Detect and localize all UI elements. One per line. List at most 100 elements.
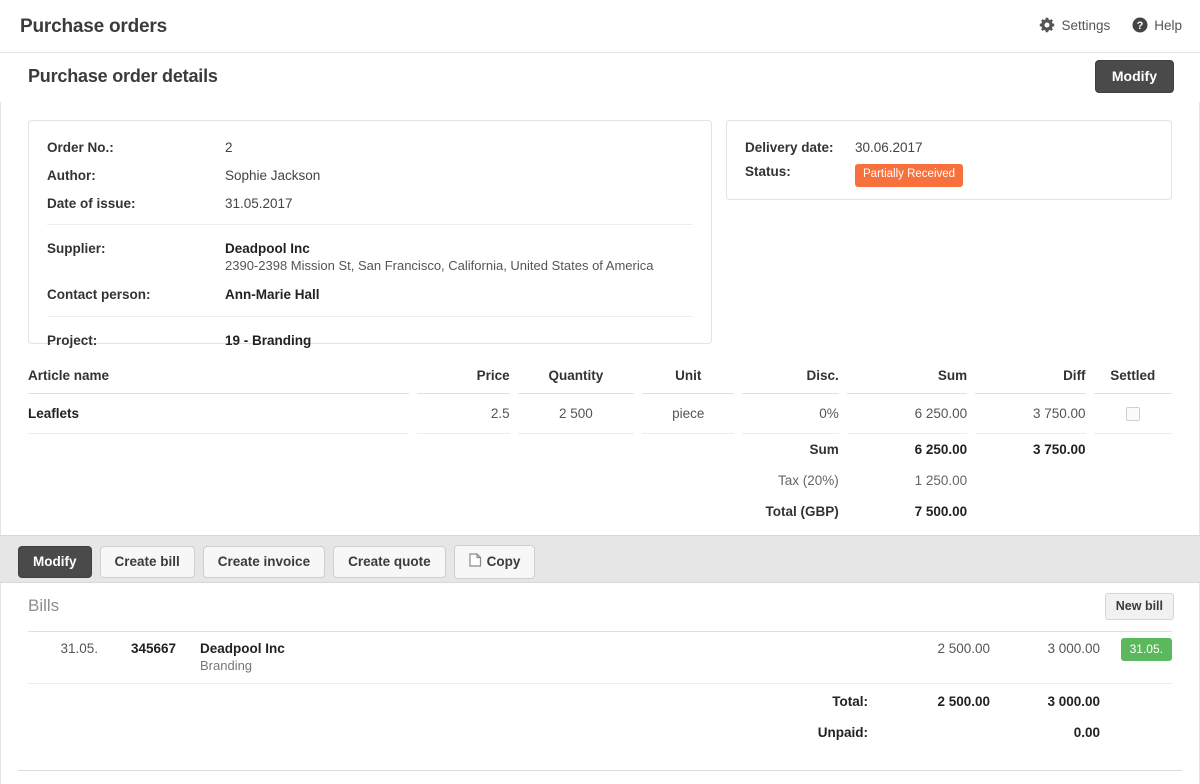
totals-total-spacer-2 [510,496,518,527]
supplier-address: 2390-2398 Mission St, San Francisco, Cal… [225,258,654,273]
detail-row-order-no: Order No.: 2 [29,140,711,155]
totals-total-spacer-3 [634,496,642,527]
items-table-body: Leaflets 2.5 2 500 piece 0% 6 250.00 3 7… [28,393,1172,528]
status-badge-wrap: Partially Received [855,164,964,187]
cell-spacer-5 [839,394,847,434]
totals-tax-spacer-7 [1086,465,1094,496]
bills-unpaid-pad [1100,717,1172,748]
totals-sum-value: 6 250.00 [914,442,968,458]
totals-sum-diff: 3 750.00 [1033,442,1086,458]
create-invoice-button[interactable]: Create invoice [202,546,326,578]
col-disc: Disc. [742,368,839,394]
delivery-date-value: 30.06.2017 [855,140,923,155]
totals-tax-blank-4 [642,465,734,496]
settings-button[interactable]: Settings [1039,17,1110,33]
totals-sum-spacer-1 [409,434,417,466]
order-no-value: 2 [225,140,233,155]
table-row[interactable]: Leaflets 2.5 2 500 piece 0% 6 250.00 3 7… [28,393,1172,435]
items-table: Article name Price Quantity Unit Disc. S… [28,368,1172,527]
cell-settled[interactable] [1093,393,1172,435]
bills-title: Bills [28,596,60,615]
question-circle-icon: ? [1132,17,1148,33]
modify-button-top[interactable]: Modify [1094,60,1174,93]
detail-row-supplier: Supplier: Deadpool Inc 2390-2398 Mission… [29,241,711,273]
bills-unpaid-value: 0.00 [1073,725,1100,740]
delivery-date-label: Delivery date: [745,140,834,155]
cell-spacer-1 [409,394,417,434]
col-spacer-4 [734,368,742,394]
bill-date-badge: 31.05. [1120,638,1172,661]
totals-total-spacer-7 [1086,496,1094,527]
order-details-card: Order No.: 2 Author: Sophie Jackson Date… [28,120,712,348]
totals-total-value: 7 500.00 [914,504,968,520]
totals-total-blank-6 [1094,496,1172,527]
totals-sum-blank-5 [1094,434,1172,466]
totals-tax-value: 1 250.00 [914,473,968,489]
bills-unpaid-blank [880,717,990,748]
col-spacer-7 [1086,368,1094,394]
delivery-group: Delivery date: 30.06.2017 Status: Partia… [727,121,1171,187]
cell-spacer-2 [510,394,518,434]
modify-button[interactable]: Modify [18,546,92,578]
detail-row-author: Author: Sophie Jackson [29,168,711,183]
order-details-group-basic: Order No.: 2 Author: Sophie Jackson Date… [29,121,711,211]
totals-sum-spacer-4 [734,434,742,466]
create-quote-button[interactable]: Create quote [333,546,446,578]
help-button[interactable]: ? Help [1132,17,1182,33]
totals-sum-spacer-6 [967,434,975,466]
totals-tax-blank-2 [417,465,509,496]
col-price: Price [417,368,510,394]
settled-checkbox[interactable] [1125,407,1140,422]
items-table-head: Article name Price Quantity Unit Disc. S… [28,368,1172,394]
totals-sum-spacer-7 [1086,434,1094,466]
bill-amount-1: 2 500.00 [880,631,990,684]
cell-quantity: 2 500 [517,393,635,435]
totals-tax-spacer-4 [734,465,742,496]
bill-date: 31.05. [28,631,98,684]
totals-sum-spacer-2 [510,434,518,466]
bills-total-amount-1: 2 500.00 [937,694,990,709]
settings-label: Settings [1061,17,1111,33]
bill-project-name: Branding [200,658,253,673]
cell-diff: 3 750.00 [975,393,1086,435]
bill-number: 345667 [98,631,176,684]
detail-row-date-of-issue: Date of issue: 31.05.2017 [29,196,711,211]
totals-sum-spacer-5 [839,434,847,466]
bills-total-label: Total: [832,694,868,709]
page-left-border [0,0,1,784]
author-value: Sophie Jackson [225,168,321,183]
bills-totals-table: Total: 2 500.00 3 000.00 Unpaid: 0.00 [28,686,1172,748]
totals-total-spacer-6 [967,496,975,527]
totals-row-tax: Tax (20%) 1 250.00 [28,465,1172,496]
cell-unit: piece [642,393,735,435]
cell-spacer-4 [734,394,742,434]
delivery-status-card: Delivery date: 30.06.2017 Status: Partia… [726,120,1172,200]
totals-total-label: Total (GBP) [765,504,839,520]
totals-sum-blank-3 [518,434,634,466]
copy-button[interactable]: Copy [453,545,536,579]
totals-tax-blank-3 [518,465,634,496]
contact-person-value: Ann-Marie Hall [225,287,320,302]
bottom-divider [18,770,1182,771]
table-row[interactable]: 31.05. 345667 Deadpool Inc Branding 2 50… [28,631,1172,684]
bills-totals-body: Total: 2 500.00 3 000.00 Unpaid: 0.00 [28,686,1172,748]
date-of-issue-label: Date of issue: [47,196,136,211]
totals-sum-label: Sum [809,442,839,458]
page-title: Purchase order details [28,66,218,86]
totals-tax-spacer-2 [510,465,518,496]
gear-icon [1039,17,1055,33]
col-article-name: Article name [28,368,410,394]
totals-tax-blank-5 [975,465,1085,496]
create-bill-button[interactable]: Create bill [99,546,195,578]
order-no-label: Order No.: [47,140,114,155]
date-of-issue-value: 31.05.2017 [225,196,293,211]
bills-table: 31.05. 345667 Deadpool Inc Branding 2 50… [28,631,1172,684]
totals-sum-spacer-3 [634,434,642,466]
totals-row-sum: Sum 6 250.00 3 750.00 [28,434,1172,466]
bills-header: Bills New bill [0,583,1200,631]
new-bill-button[interactable]: New bill [1104,593,1174,620]
totals-total-spacer-4 [734,496,742,527]
order-details-group-project: Project: 19 - Branding [29,317,711,348]
col-spacer-2 [510,368,518,394]
col-quantity: Quantity [517,368,635,394]
